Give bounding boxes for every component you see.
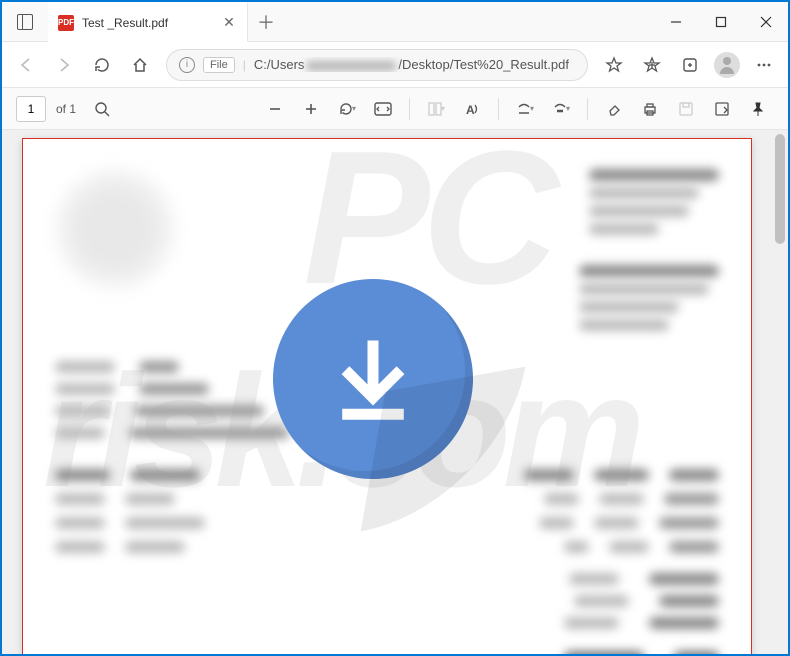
profile-button[interactable]	[714, 52, 740, 78]
pin-toolbar-button[interactable]	[742, 93, 774, 125]
close-window-button[interactable]	[743, 2, 788, 42]
vertical-scrollbar[interactable]	[772, 130, 788, 654]
highlight-button[interactable]: ▾	[545, 93, 577, 125]
page-number-input[interactable]	[16, 96, 46, 122]
page-count-label: of 1	[56, 102, 76, 116]
save-as-icon	[714, 101, 730, 117]
menu-button[interactable]	[746, 47, 782, 83]
print-icon	[642, 101, 658, 117]
draw-button[interactable]: ▾	[509, 93, 541, 125]
minimize-icon	[670, 16, 682, 28]
search-icon	[94, 101, 110, 117]
fit-page-button[interactable]	[367, 93, 399, 125]
minimize-button[interactable]	[653, 2, 698, 42]
save-button[interactable]	[670, 93, 702, 125]
save-as-button[interactable]	[706, 93, 738, 125]
star-icon	[605, 56, 623, 74]
home-button[interactable]	[122, 47, 158, 83]
sidebar-icon	[17, 14, 33, 30]
zoom-out-button[interactable]	[259, 93, 291, 125]
read-aloud-icon: A	[464, 101, 480, 117]
erase-button[interactable]	[598, 93, 630, 125]
fit-icon	[374, 102, 392, 116]
refresh-button[interactable]	[84, 47, 120, 83]
maximize-icon	[715, 16, 727, 28]
collections-button[interactable]	[672, 47, 708, 83]
star-plus-icon	[643, 56, 661, 74]
site-info-icon[interactable]: i	[179, 57, 195, 73]
zoom-in-button[interactable]	[295, 93, 327, 125]
search-button[interactable]	[86, 93, 118, 125]
pdf-favicon-icon: PDF	[58, 15, 74, 31]
browser-tab[interactable]: PDF Test _Result.pdf ✕	[48, 2, 248, 42]
pin-icon	[750, 101, 766, 117]
tab-title: Test _Result.pdf	[82, 16, 213, 30]
plus-icon	[303, 101, 319, 117]
vertical-tabs-button[interactable]	[2, 2, 48, 41]
print-button[interactable]	[634, 93, 666, 125]
arrow-right-icon	[55, 56, 73, 74]
svg-text:A: A	[466, 103, 475, 117]
titlebar-drag-area	[284, 2, 653, 41]
page-view-button[interactable]: ▾	[420, 93, 452, 125]
url-text: C:/Users/Desktop/Test%20_Result.pdf	[254, 57, 569, 72]
refresh-icon	[93, 56, 111, 74]
rotate-button[interactable]: ▾	[331, 93, 363, 125]
back-button[interactable]	[8, 47, 44, 83]
home-icon	[131, 56, 149, 74]
forward-button[interactable]	[46, 47, 82, 83]
favorites-bar-button[interactable]	[634, 47, 670, 83]
address-bar[interactable]: i File | C:/Users/Desktop/Test%20_Result…	[166, 49, 588, 81]
more-icon	[755, 56, 773, 74]
arrow-left-icon	[17, 56, 35, 74]
separator: |	[243, 58, 246, 72]
scrollbar-thumb[interactable]	[775, 134, 785, 244]
read-aloud-button[interactable]: A	[456, 93, 488, 125]
close-icon	[760, 16, 772, 28]
minus-icon	[267, 101, 283, 117]
erase-icon	[606, 101, 622, 117]
new-tab-button[interactable]: ＋	[248, 2, 284, 41]
pdf-page: PC risk.com	[22, 138, 752, 654]
download-overlay-icon[interactable]	[273, 279, 473, 479]
collections-icon	[681, 56, 699, 74]
favorite-button[interactable]	[596, 47, 632, 83]
close-tab-button[interactable]: ✕	[221, 15, 237, 31]
file-badge: File	[203, 57, 235, 73]
maximize-button[interactable]	[698, 2, 743, 42]
save-icon	[678, 101, 694, 117]
